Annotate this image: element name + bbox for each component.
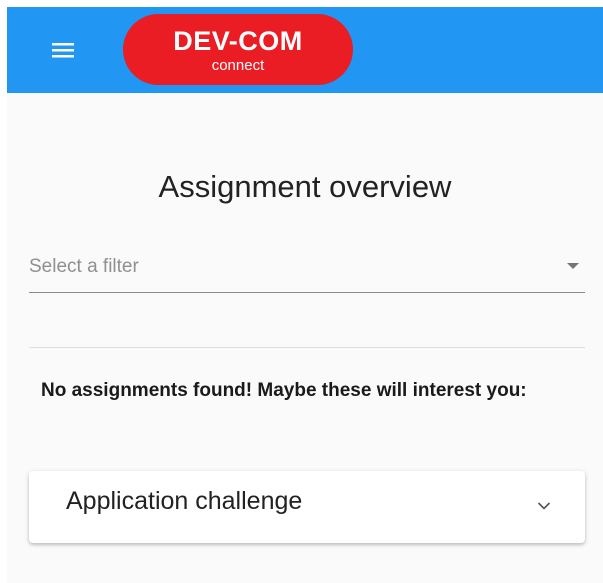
- logo-subtitle: connect: [211, 57, 265, 74]
- divider: [29, 347, 585, 348]
- chevron-down-icon[interactable]: [537, 501, 551, 511]
- menu-button[interactable]: [43, 34, 83, 66]
- hamburger-menu-icon: [43, 34, 83, 66]
- logo[interactable]: DEV-COM connect: [123, 14, 353, 85]
- suggestion-accordion[interactable]: Application challenge: [29, 471, 585, 543]
- filter-placeholder: Select a filter: [29, 256, 139, 277]
- app-bar: DEV-COM connect: [7, 7, 603, 93]
- empty-state-message: No assignments found! Maybe these will i…: [41, 380, 527, 401]
- logo-title: DEV-COM: [173, 26, 303, 56]
- dropdown-arrow-icon: [567, 263, 579, 269]
- page-title: Assignment overview: [158, 169, 452, 204]
- filter-select[interactable]: Select a filter: [29, 247, 585, 293]
- suggestion-title: Application challenge: [66, 487, 303, 515]
- app-frame: DEV-COM connect Assignment overview Sele…: [7, 7, 603, 583]
